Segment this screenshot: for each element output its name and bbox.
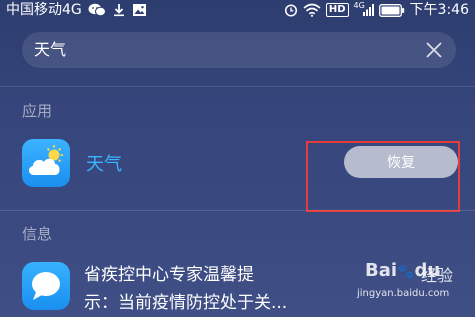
search-bar[interactable]: 天气 [22,32,456,68]
divider [0,210,475,211]
status-bar: 中国移动4G HD 4G 下午3:46 [0,0,475,20]
download-icon [112,3,126,17]
wechat-icon [88,3,106,17]
info-text-line-1[interactable]: 省疾控中心专家温馨提 [84,260,254,285]
weather-icon [22,139,70,187]
app-name[interactable]: 天气 [86,150,122,176]
close-icon[interactable] [424,40,444,60]
search-input[interactable]: 天气 [34,32,66,68]
watermark-url: jingyan.baidu.com [357,288,450,299]
battery-icon [378,3,405,17]
signal-icon: 4G [353,1,374,17]
alarm-icon [284,3,298,17]
wifi-icon [303,3,321,17]
section-label-apps: 应用 [22,102,53,120]
image-icon [132,3,147,17]
divider [0,86,475,87]
message-icon [22,262,70,310]
highlight-annotation [306,141,460,212]
info-text-line-2[interactable]: 示：当前疫情防控处于关... [84,288,287,313]
baidu-watermark: Bai🐾du 经验 jingyan.baidu.com [357,258,467,310]
network-badge: 4G [353,1,365,10]
watermark-product: 经验 [421,266,454,285]
carrier-label: 中国移动4G [6,2,82,18]
clock: 下午3:46 [409,2,469,18]
section-label-info: 信息 [22,225,53,243]
hd-badge: HD [325,3,349,17]
